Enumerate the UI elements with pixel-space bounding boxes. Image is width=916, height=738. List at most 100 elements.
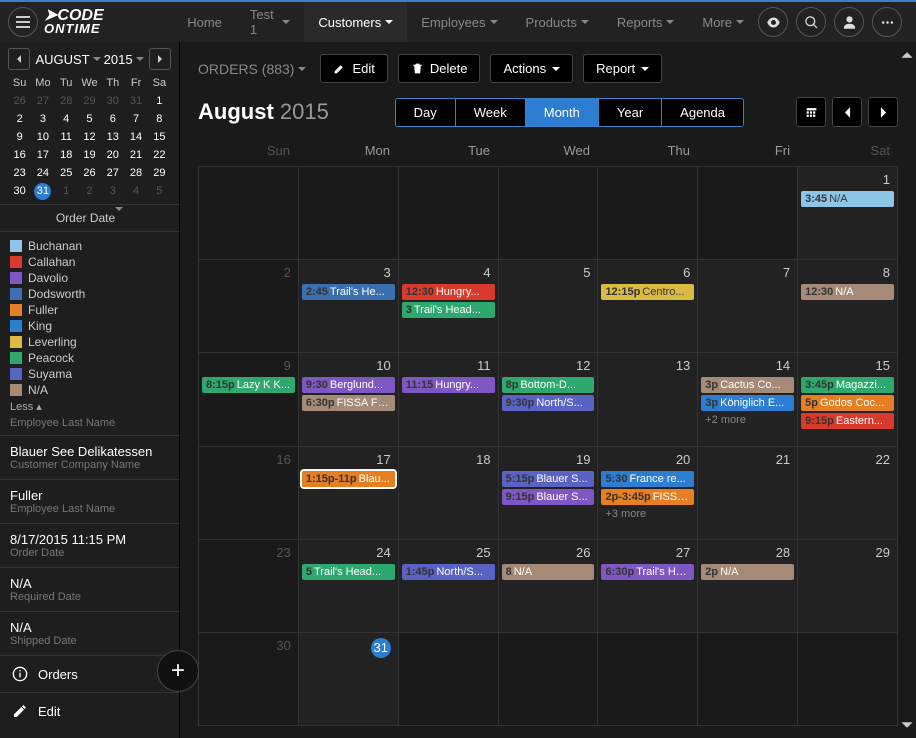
calendar-event[interactable]: 6:30pFISSA Fa...: [302, 395, 395, 411]
view-agenda[interactable]: Agenda: [662, 99, 743, 126]
mini-day[interactable]: 4: [124, 182, 147, 200]
mini-day[interactable]: 15: [148, 128, 171, 146]
day-cell[interactable]: [598, 167, 698, 259]
calendar-event[interactable]: 3:45pMagazzi...: [801, 377, 894, 393]
calendar-event[interactable]: 9:15pBlauer S...: [502, 489, 595, 505]
day-cell[interactable]: 412:30Hungry...3Trail's Head...: [399, 260, 499, 352]
day-cell[interactable]: 30: [199, 633, 299, 725]
mini-day[interactable]: 23: [8, 164, 31, 182]
mini-day[interactable]: 21: [124, 146, 147, 164]
day-cell[interactable]: 32:45Trail's He...: [299, 260, 399, 352]
day-cell[interactable]: 195:15pBlauer S...9:15pBlauer S...: [499, 447, 599, 539]
day-cell[interactable]: [798, 633, 897, 725]
calendar-event[interactable]: 2:45Trail's He...: [302, 284, 395, 300]
day-cell[interactable]: 23: [199, 540, 299, 632]
calendar-event[interactable]: 1:45pNorth/S...: [402, 564, 495, 580]
mini-day[interactable]: 31: [124, 92, 147, 110]
scroll-up-icon[interactable]: [900, 48, 914, 62]
edit-button[interactable]: Edit: [320, 54, 387, 83]
mini-cal-title[interactable]: AUGUST 2015: [35, 52, 143, 67]
day-cell[interactable]: 21: [698, 447, 798, 539]
nav-more[interactable]: More: [688, 2, 758, 42]
day-cell[interactable]: 612:15pCentro...: [598, 260, 698, 352]
day-cell[interactable]: [698, 167, 798, 259]
mini-day[interactable]: 11: [55, 128, 78, 146]
mini-day[interactable]: 31: [31, 182, 54, 200]
calendar-event[interactable]: 9:30Berglund...: [302, 377, 395, 393]
mini-day[interactable]: 1: [148, 92, 171, 110]
day-cell[interactable]: 2: [199, 260, 299, 352]
calendar-event[interactable]: 12:30N/A: [801, 284, 894, 300]
legend-buchanan[interactable]: Buchanan: [10, 238, 169, 254]
orders-action[interactable]: Orders: [0, 655, 179, 692]
filter-field-selector[interactable]: Order Date: [0, 204, 179, 231]
mini-day[interactable]: 9: [8, 128, 31, 146]
mini-day[interactable]: 13: [101, 128, 124, 146]
legend-king[interactable]: King: [10, 318, 169, 334]
calendar-event[interactable]: 8:15pLazy K K...: [202, 377, 295, 393]
calendar-event[interactable]: 2p-3:45pFISSA...: [601, 489, 694, 505]
day-cell[interactable]: 276:30pTrail's He...: [598, 540, 698, 632]
calendar-event[interactable]: 9:30pNorth/S...: [502, 395, 595, 411]
mini-next-button[interactable]: [149, 48, 171, 70]
legend-less[interactable]: Less ▴: [10, 398, 169, 413]
mini-prev-button[interactable]: [8, 48, 30, 70]
calendar-event[interactable]: 1:15p-11pBlau...: [302, 471, 395, 487]
mini-day[interactable]: 28: [55, 92, 78, 110]
day-cell[interactable]: [399, 633, 499, 725]
day-cell[interactable]: 153:45pMagazzi...5pGodos Coc...9:15pEast…: [798, 353, 897, 445]
mini-day[interactable]: 3: [31, 110, 54, 128]
mini-day[interactable]: 14: [124, 128, 147, 146]
day-cell[interactable]: 268N/A: [499, 540, 599, 632]
day-cell[interactable]: [399, 167, 499, 259]
calendar-event[interactable]: 11:15Hungry...: [402, 377, 495, 393]
day-cell[interactable]: [199, 167, 299, 259]
legend-fuller[interactable]: Fuller: [10, 302, 169, 318]
day-cell[interactable]: 171:15p-11pBlau...: [299, 447, 399, 539]
report-button[interactable]: Report: [583, 54, 662, 83]
day-cell[interactable]: 7: [698, 260, 798, 352]
cal-prev-button[interactable]: [832, 97, 862, 127]
legend-suyama[interactable]: Suyama: [10, 366, 169, 382]
mini-day[interactable]: 24: [31, 164, 54, 182]
mini-day[interactable]: 26: [8, 92, 31, 110]
mini-day[interactable]: 8: [148, 110, 171, 128]
menu-button[interactable]: [8, 7, 38, 37]
day-cell[interactable]: 109:30Berglund...6:30pFISSA Fa...: [299, 353, 399, 445]
calendar-event[interactable]: 12:30Hungry...: [402, 284, 495, 300]
day-cell[interactable]: 812:30N/A: [798, 260, 897, 352]
context-label[interactable]: ORDERS (883): [198, 61, 306, 77]
mini-day[interactable]: 29: [148, 164, 171, 182]
calendar-event[interactable]: 8pBottom-D...: [502, 377, 595, 393]
mini-day[interactable]: 19: [78, 146, 101, 164]
nav-home[interactable]: Home: [173, 2, 236, 42]
legend-n/a[interactable]: N/A: [10, 382, 169, 398]
mini-day[interactable]: 5: [148, 182, 171, 200]
calendar-event[interactable]: 5pGodos Coc...: [801, 395, 894, 411]
day-cell[interactable]: 98:15pLazy K K...: [199, 353, 299, 445]
mini-day[interactable]: 2: [8, 110, 31, 128]
scroll-down-icon[interactable]: [900, 718, 914, 732]
day-cell[interactable]: 128pBottom-D...9:30pNorth/S...: [499, 353, 599, 445]
cal-next-button[interactable]: [868, 97, 898, 127]
user-button[interactable]: [834, 7, 864, 37]
day-cell[interactable]: 31: [299, 633, 399, 725]
mini-day[interactable]: 3: [101, 182, 124, 200]
calendar-event[interactable]: 5:30France re...: [601, 471, 694, 487]
view-month[interactable]: Month: [526, 99, 599, 126]
mini-day[interactable]: 22: [148, 146, 171, 164]
day-cell[interactable]: 251:45pNorth/S...: [399, 540, 499, 632]
day-cell[interactable]: [499, 167, 599, 259]
view-year[interactable]: Year: [599, 99, 662, 126]
day-cell[interactable]: 5: [499, 260, 599, 352]
calendar-event[interactable]: 3pCactus Co...: [701, 377, 794, 393]
mini-day[interactable]: 30: [101, 92, 124, 110]
day-cell[interactable]: 143pCactus Co...3pKöniglich E...+2 more: [698, 353, 798, 445]
day-cell[interactable]: 1111:15Hungry...: [399, 353, 499, 445]
day-cell[interactable]: [299, 167, 399, 259]
day-cell[interactable]: [598, 633, 698, 725]
mini-day[interactable]: 1: [55, 182, 78, 200]
calendar-event[interactable]: 3Trail's Head...: [402, 302, 495, 318]
mini-day[interactable]: 25: [55, 164, 78, 182]
mini-day[interactable]: 27: [101, 164, 124, 182]
